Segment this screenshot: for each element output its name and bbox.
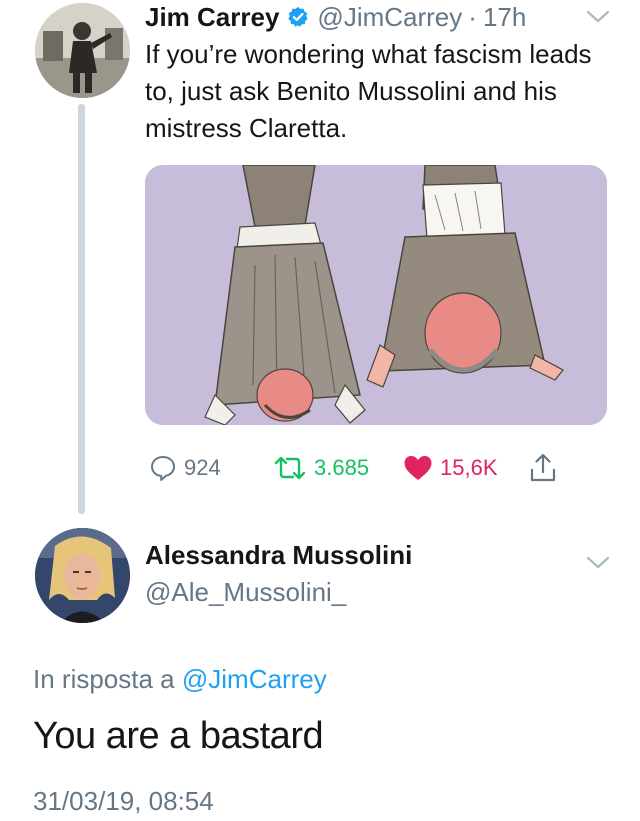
reply-button[interactable]: 924	[148, 448, 221, 488]
like-button[interactable]: 15,6K	[402, 448, 498, 488]
tweet-header: Jim Carrey @JimCarrey · 17h	[145, 0, 526, 34]
in-reply-prefix: In risposta a	[33, 664, 175, 694]
separator-dot: ·	[468, 1, 477, 32]
tweet-media-image[interactable]	[145, 165, 607, 425]
reply-author-handle[interactable]: @Ale_Mussolini_	[145, 577, 346, 608]
retweet-button[interactable]: 3.685	[272, 448, 369, 488]
tweet-thread: Jim Carrey @JimCarrey · 17h If you’re wo…	[0, 0, 640, 821]
chevron-down-icon[interactable]	[585, 8, 611, 26]
like-count: 15,6K	[440, 455, 498, 480]
share-button[interactable]	[528, 448, 558, 488]
in-reply-to: In risposta a @JimCarrey	[33, 664, 327, 695]
tweet-time[interactable]: 17h	[483, 2, 526, 33]
retweet-count: 3.685	[314, 455, 370, 480]
tweet-actions: 924 3.685 15,6K	[148, 448, 588, 488]
author-name[interactable]: Jim Carrey	[145, 2, 279, 33]
share-icon	[530, 453, 556, 482]
reply-timestamp[interactable]: 31/03/19, 08:54	[33, 786, 214, 817]
avatar-photo	[35, 3, 130, 98]
verified-badge-icon	[287, 6, 309, 28]
chevron-down-icon[interactable]	[585, 554, 611, 572]
in-reply-mention-link[interactable]: @JimCarrey	[182, 664, 327, 694]
tweet-text: If you’re wondering what fascism leads t…	[145, 39, 592, 143]
heart-icon	[404, 456, 432, 480]
reply-text: You are a bastard	[33, 715, 324, 757]
avatar-photo	[35, 528, 130, 623]
reply-author-name[interactable]: Alessandra Mussolini	[145, 540, 412, 571]
reply-count: 924	[184, 455, 221, 480]
thread-connector-line	[78, 104, 85, 514]
author-avatar[interactable]	[35, 3, 130, 98]
illustration	[145, 165, 607, 425]
reply-bubble-icon	[151, 456, 175, 481]
author-handle[interactable]: @JimCarrey	[317, 2, 462, 33]
reply-author-avatar[interactable]	[35, 528, 130, 623]
retweet-icon	[274, 456, 306, 480]
